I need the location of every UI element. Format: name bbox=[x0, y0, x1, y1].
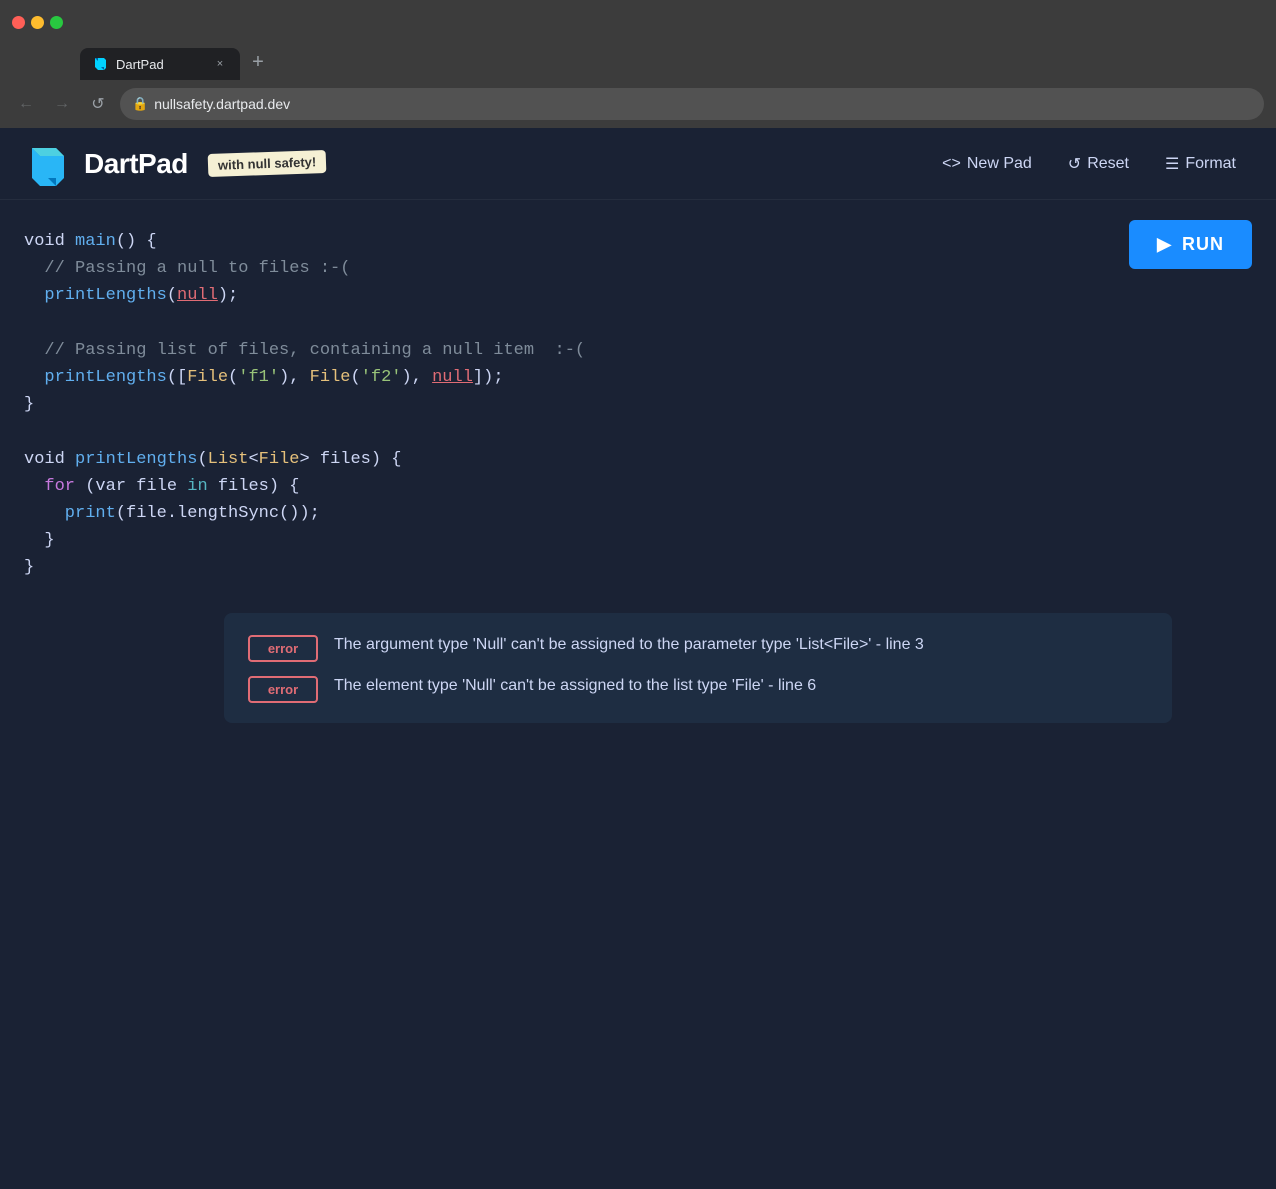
code-line-4 bbox=[24, 310, 1252, 337]
header-actions: <> New Pad ↺ Reset ☰ Format bbox=[926, 146, 1252, 182]
run-label: RUN bbox=[1182, 234, 1224, 255]
null-safety-badge: with null safety! bbox=[208, 150, 327, 177]
code-line-8 bbox=[24, 418, 1252, 445]
back-button[interactable]: ← bbox=[12, 90, 40, 118]
error-badge-1: error bbox=[248, 635, 318, 662]
code-line-7: } bbox=[24, 391, 1252, 418]
app-header: DartPad with null safety! <> New Pad ↺ R… bbox=[0, 128, 1276, 200]
tab-bar: DartPad × + bbox=[0, 44, 1276, 80]
error-row-1: error The argument type 'Null' can't be … bbox=[248, 633, 1148, 662]
code-line-2: // Passing a null to files :-( bbox=[24, 255, 1252, 282]
tab-favicon bbox=[92, 56, 108, 72]
format-label: Format bbox=[1185, 155, 1236, 173]
editor-area: ▶ RUN void main() { // Passing a null to… bbox=[0, 200, 1276, 767]
code-line-9: void printLengths(List<File> files) { bbox=[24, 446, 1252, 473]
traffic-lights bbox=[12, 16, 63, 29]
error-panel: error The argument type 'Null' can't be … bbox=[224, 613, 1172, 723]
close-traffic-light[interactable] bbox=[12, 16, 25, 29]
error-message-2: The element type 'Null' can't be assigne… bbox=[334, 674, 816, 698]
code-line-6: printLengths([File('f1'), File('f2'), nu… bbox=[24, 364, 1252, 391]
minimize-traffic-light[interactable] bbox=[31, 16, 44, 29]
code-line-5: // Passing list of files, containing a n… bbox=[24, 337, 1252, 364]
new-pad-button[interactable]: <> New Pad bbox=[926, 147, 1048, 181]
code-editor[interactable]: void main() { // Passing a null to files… bbox=[24, 220, 1252, 589]
code-line-3: printLengths(null); bbox=[24, 282, 1252, 309]
error-badge-2: error bbox=[248, 676, 318, 703]
lock-icon: 🔒 bbox=[132, 96, 148, 112]
app-container: DartPad with null safety! <> New Pad ↺ R… bbox=[0, 128, 1276, 1189]
format-icon: ☰ bbox=[1165, 154, 1179, 174]
dart-logo bbox=[24, 142, 68, 186]
code-line-11: print(file.lengthSync()); bbox=[24, 500, 1252, 527]
tab-title: DartPad bbox=[116, 57, 204, 72]
error-message-1: The argument type 'Null' can't be assign… bbox=[334, 633, 924, 657]
new-pad-icon: <> bbox=[942, 155, 961, 173]
address-text: nullsafety.dartpad.dev bbox=[154, 96, 290, 112]
error-row-2: error The element type 'Null' can't be a… bbox=[248, 674, 1148, 703]
refresh-button[interactable]: ↺ bbox=[84, 90, 112, 118]
new-tab-button[interactable]: + bbox=[244, 48, 272, 76]
forward-button[interactable]: → bbox=[48, 90, 76, 118]
tab-close-button[interactable]: × bbox=[212, 56, 228, 72]
title-bar bbox=[0, 0, 1276, 44]
address-bar: ← → ↺ 🔒 nullsafety.dartpad.dev bbox=[0, 80, 1276, 128]
run-button[interactable]: ▶ RUN bbox=[1129, 220, 1252, 269]
format-button[interactable]: ☰ Format bbox=[1149, 146, 1252, 182]
address-input[interactable]: 🔒 nullsafety.dartpad.dev bbox=[120, 88, 1264, 120]
code-line-10: for (var file in files) { bbox=[24, 473, 1252, 500]
app-title: DartPad bbox=[84, 148, 188, 180]
code-line-13: } bbox=[24, 554, 1252, 581]
new-pad-label: New Pad bbox=[967, 155, 1032, 173]
run-icon: ▶ bbox=[1157, 234, 1172, 255]
reset-button[interactable]: ↺ Reset bbox=[1052, 146, 1145, 182]
run-button-wrap: ▶ RUN bbox=[1129, 220, 1252, 269]
browser-chrome: DartPad × + ← → ↺ 🔒 nullsafety.dartpad.d… bbox=[0, 0, 1276, 128]
maximize-traffic-light[interactable] bbox=[50, 16, 63, 29]
code-line-1: void main() { bbox=[24, 228, 1252, 255]
browser-tab[interactable]: DartPad × bbox=[80, 48, 240, 80]
reset-icon: ↺ bbox=[1068, 154, 1081, 174]
code-line-12: } bbox=[24, 527, 1252, 554]
reset-label: Reset bbox=[1087, 155, 1129, 173]
